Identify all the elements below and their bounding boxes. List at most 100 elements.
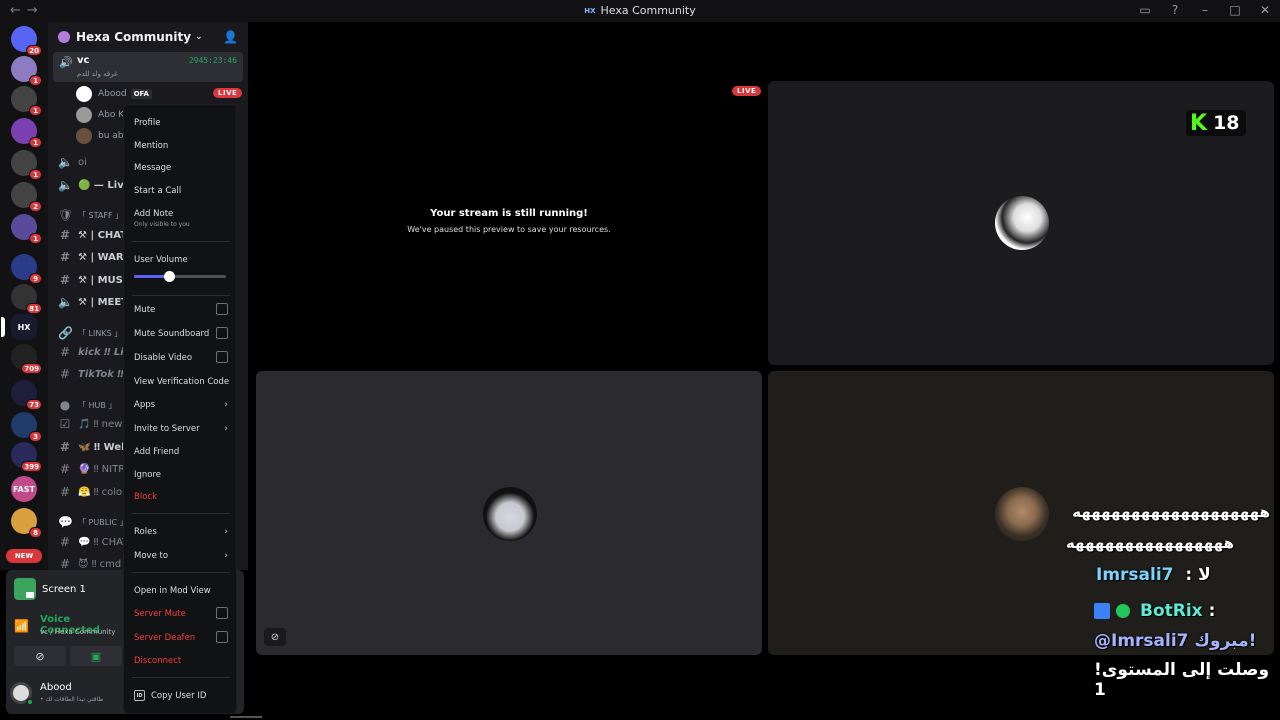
channel-name: 💬 ‼ CHAT — [78, 536, 129, 548]
chat-separator: : — [1208, 601, 1216, 621]
server-icon-server-7[interactable]: 9 — [11, 254, 42, 284]
participant-avatar-1[interactable] — [995, 196, 1049, 250]
active-server-indicator — [1, 317, 5, 337]
server-icon-server-8[interactable]: 81 — [11, 284, 42, 314]
menu-profile[interactable]: Profile — [134, 116, 230, 130]
channel-icon: 🔗 — [58, 326, 73, 340]
server-icon-hexa-community[interactable]: HX — [1, 314, 37, 340]
chevron-right-icon: › — [224, 551, 228, 561]
server-icon-server-5[interactable]: 2 — [11, 182, 42, 212]
screen-share-icon — [14, 578, 36, 600]
menu-ignore[interactable]: Ignore — [134, 468, 230, 482]
server-mute-checkbox[interactable] — [216, 607, 228, 619]
server-deafen-checkbox[interactable] — [216, 631, 228, 643]
signal-icon[interactable]: 📶 — [14, 619, 29, 633]
inbox-icon[interactable]: ▭ — [1138, 3, 1152, 17]
add-user-icon[interactable]: 👤 — [223, 30, 238, 44]
help-icon[interactable]: ? — [1168, 3, 1182, 17]
hashtag-icon: # — [59, 367, 71, 381]
menu-move-to[interactable]: Move to › — [134, 549, 230, 563]
move-to-label: Move to — [134, 551, 169, 561]
minimize-button[interactable]: – — [1198, 3, 1212, 17]
mute-soundboard-checkbox[interactable] — [216, 327, 228, 339]
server-icon-dm-home[interactable]: 20 — [11, 26, 42, 56]
menu-mute-soundboard[interactable]: Mute Soundboard — [134, 327, 230, 341]
maximize-button[interactable]: □ — [1228, 3, 1242, 17]
server-icon-server-10[interactable]: 709 — [11, 344, 42, 374]
mention-badge: 73 — [26, 399, 42, 410]
chat-username: Imrsali7 — [1096, 565, 1174, 585]
menu-user-volume: User Volume — [134, 255, 188, 265]
volume-knob[interactable] — [163, 271, 175, 282]
menu-start-call[interactable]: Start a Call — [134, 184, 230, 198]
chat-message: : لا — [1185, 565, 1211, 585]
user-custom-status: • طاقتي تبدأ الطاقات لك — [40, 696, 104, 703]
menu-apps[interactable]: Apps › — [134, 398, 230, 412]
menu-invite[interactable]: Invite to Server › — [134, 422, 230, 436]
participant-avatar-2[interactable] — [483, 487, 537, 541]
stream-off-icon[interactable]: ⊘ — [264, 628, 286, 646]
server-icon-server-13[interactable]: 399 — [11, 442, 42, 472]
voice-user[interactable]: Abo K — [76, 106, 124, 124]
chat-line-4: BotRix : — [1094, 601, 1215, 621]
mention-badge: 20 — [26, 45, 42, 56]
menu-disable-video[interactable]: Disable Video — [134, 351, 230, 365]
voice-location[interactable]: vc / Hexa Community — [40, 628, 115, 636]
camera-off-icon: ⊘ — [35, 649, 45, 663]
mention-badge: 1 — [29, 137, 42, 148]
channel-name: oi — [78, 156, 87, 168]
server-icon-server-3[interactable]: 1 — [11, 118, 42, 148]
menu-server-deafen[interactable]: Server Deafen — [134, 631, 230, 645]
chat-line-5: @Imrsali7 مبروك! — [1094, 631, 1257, 651]
menu-roles[interactable]: Roles › — [134, 525, 230, 539]
server-icon-server-12[interactable]: 3 — [11, 412, 42, 442]
user-volume-slider[interactable] — [134, 271, 226, 282]
server-header[interactable]: Hexa Community ⌄ 👤 — [48, 22, 248, 52]
server-icon-server-4[interactable]: 1 — [11, 150, 42, 180]
menu-copy-user-id[interactable]: ID Copy User ID — [134, 689, 230, 703]
mute-checkbox[interactable] — [216, 303, 228, 315]
channel-name: 「 PUBLIC 」 — [78, 517, 128, 527]
menu-add-friend[interactable]: Add Friend — [134, 445, 230, 459]
chat-line-3: Imrsali7 : لا — [1096, 565, 1211, 585]
participant-avatar-3[interactable] — [995, 487, 1049, 541]
channel-name: 「 HUB 」 — [78, 400, 117, 410]
channel-name: 🦋 ‼ Wel — [78, 441, 125, 453]
roles-label: Roles — [134, 527, 157, 537]
hashtag-icon: # — [59, 462, 71, 476]
server-icon — [58, 31, 70, 43]
menu-mute[interactable]: Mute — [134, 303, 230, 317]
new-badge[interactable]: NEW — [6, 549, 42, 563]
menu-add-note[interactable]: Add Note Only visible to you — [134, 207, 230, 229]
menu-disconnect[interactable]: Disconnect — [134, 654, 230, 668]
kick-viewer-count: 18 — [1213, 112, 1240, 134]
server-icon-server-6[interactable]: 1 — [11, 214, 42, 244]
server-mute-label: Server Mute — [134, 609, 186, 619]
disable-video-checkbox[interactable] — [216, 351, 228, 363]
voice-user[interactable]: bu abl — [76, 127, 126, 145]
menu-block[interactable]: Block — [134, 490, 230, 504]
server-icon-server-11[interactable]: 73 — [11, 380, 42, 410]
server-icon-server-2[interactable]: 1 — [11, 86, 42, 116]
voice-user[interactable]: Abood OFA — [76, 85, 152, 103]
screen-share-button[interactable]: ▣ — [70, 646, 122, 666]
server-icon-server-1[interactable]: 1 — [11, 56, 42, 86]
menu-open-mod-view[interactable]: Open in Mod View — [134, 584, 230, 598]
user-bar[interactable]: Abood • طاقتي تبدأ الطاقات لك — [10, 680, 126, 708]
avatar — [76, 107, 92, 123]
menu-mention[interactable]: Mention — [134, 139, 230, 153]
mention-badge: 1 — [29, 233, 42, 244]
screen-label: Screen 1 — [42, 583, 86, 595]
server-icon-server-14[interactable]: FAST — [11, 476, 37, 502]
menu-server-mute[interactable]: Server Mute — [134, 607, 230, 621]
active-voice-channel[interactable]: 🔊 vc 2945:23:46 غرفه ولد للدم — [53, 52, 243, 82]
channel-icon: 🛡 — [58, 208, 74, 222]
window-controls: ▭ ? – □ ✕ — [1138, 3, 1272, 17]
close-button[interactable]: ✕ — [1258, 3, 1272, 17]
screen-share-item[interactable]: Screen 1 — [14, 577, 124, 601]
menu-view-verification[interactable]: View Verification Code — [134, 375, 230, 389]
camera-toggle-button[interactable]: ⊘ — [14, 646, 66, 666]
menu-message[interactable]: Message — [134, 161, 230, 175]
server-icon-server-15[interactable]: 8 — [11, 508, 42, 538]
channel-name: ⚒ | CHAT — [78, 229, 128, 241]
